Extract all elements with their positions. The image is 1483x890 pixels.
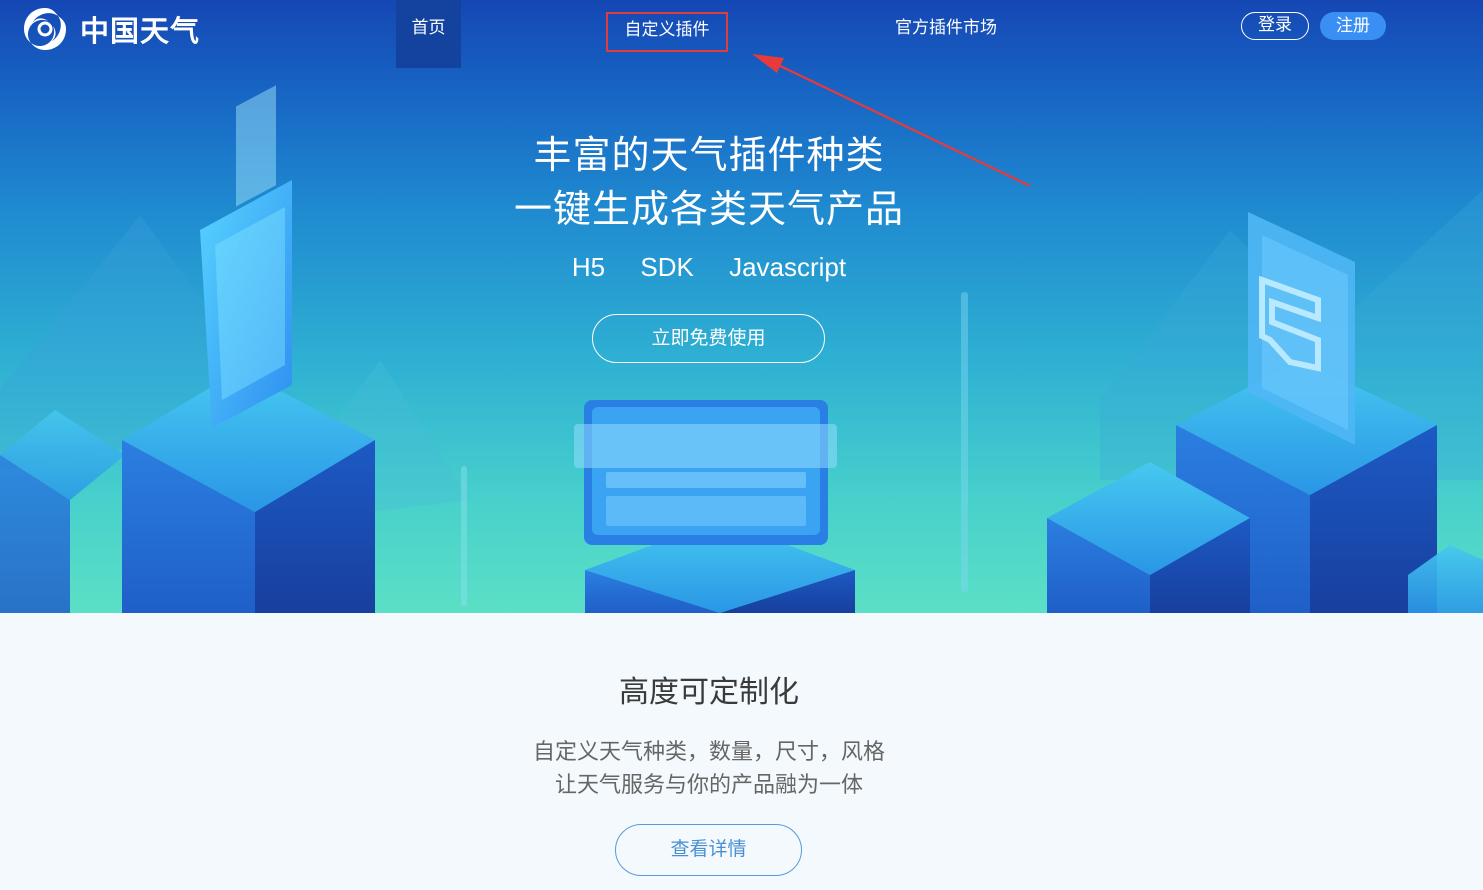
platform-list: H5 SDK Javascript bbox=[0, 252, 1418, 283]
feature-title: 高度可定制化 bbox=[619, 675, 799, 710]
nav-item-custom-plugin[interactable]: 自定义插件 bbox=[606, 12, 728, 52]
platform-javascript: Javascript bbox=[729, 252, 847, 282]
brand-logo[interactable]: 中国天气 bbox=[20, 3, 200, 55]
swirl-logo-icon bbox=[24, 8, 66, 50]
feature-desc-line1: 自定义天气种类，数量，尺寸，风格 bbox=[532, 740, 885, 765]
top-nav: 中国天气 首页 自定义插件 官方插件市场 登录 注册 bbox=[0, 0, 1483, 68]
hero-title-line2: 一键生成各类天气产品 bbox=[513, 187, 904, 231]
view-details-button[interactable]: 查看详情 bbox=[615, 824, 802, 876]
light-pole bbox=[461, 466, 467, 606]
register-button[interactable]: 注册 bbox=[1320, 12, 1386, 40]
login-button[interactable]: 登录 bbox=[1241, 12, 1309, 40]
free-use-button[interactable]: 立即免费使用 bbox=[592, 314, 825, 363]
hero-illustration bbox=[0, 85, 1483, 613]
feature-section: 高度可定制化 自定义天气种类，数量，尺寸，风格 让天气服务与你的产品融为一体 查… bbox=[0, 613, 1483, 890]
hero-title-line1: 丰富的天气插件种类 bbox=[533, 133, 885, 177]
light-pole bbox=[961, 292, 968, 592]
platform-sdk: SDK bbox=[640, 252, 694, 282]
nav-item-plugin-market[interactable]: 官方插件市场 bbox=[880, 12, 1012, 48]
nav-item-home[interactable]: 首页 bbox=[396, 0, 461, 68]
brand-name: 中国天气 bbox=[80, 14, 201, 48]
platform-h5: H5 bbox=[571, 252, 606, 282]
feature-desc-line2: 让天气服务与你的产品融为一体 bbox=[554, 773, 863, 798]
hero-banner bbox=[0, 0, 1483, 613]
